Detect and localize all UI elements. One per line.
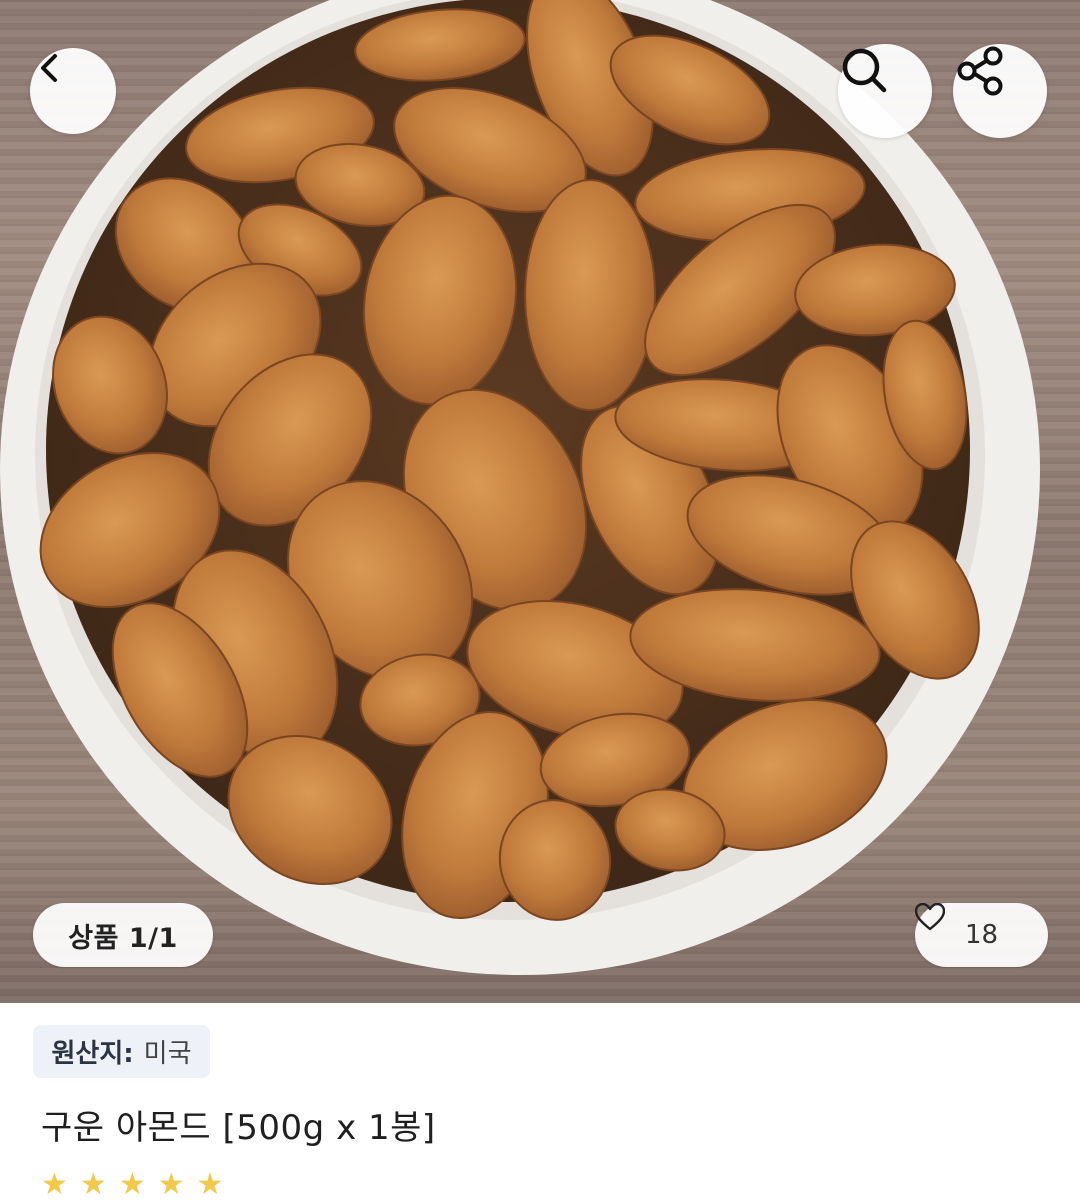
origin-value: 미국 <box>143 1039 192 1069</box>
star-icon: ★ <box>79 1167 107 1202</box>
rating-stars: ★ ★ ★ ★ ★ <box>41 1170 224 1200</box>
image-counter-badge: 상품 1/1 <box>33 903 213 967</box>
like-count: 18 <box>964 920 999 950</box>
star-icon: ★ <box>157 1167 185 1202</box>
search-button[interactable] <box>838 44 932 138</box>
almond-shape <box>524 179 656 411</box>
product-image <box>0 0 1040 975</box>
share-button[interactable] <box>953 44 1047 138</box>
product-title: 구운 아몬드 [500g x 1봉] <box>41 1108 436 1148</box>
origin-label: 원산지: <box>51 1039 134 1069</box>
star-icon: ★ <box>118 1167 146 1202</box>
star-icon: ★ <box>41 1167 68 1202</box>
heart-outline-icon <box>915 903 945 931</box>
back-button[interactable] <box>30 48 116 134</box>
like-button[interactable]: 18 <box>915 903 1048 967</box>
share-icon <box>957 46 1003 96</box>
search-icon <box>842 48 887 93</box>
origin-tag: 원산지: 미국 <box>33 1025 210 1078</box>
star-icon: ★ <box>196 1167 224 1202</box>
product-image-area[interactable]: 상품 1/1 18 <box>0 0 1080 1003</box>
chevron-left-icon <box>41 54 57 82</box>
